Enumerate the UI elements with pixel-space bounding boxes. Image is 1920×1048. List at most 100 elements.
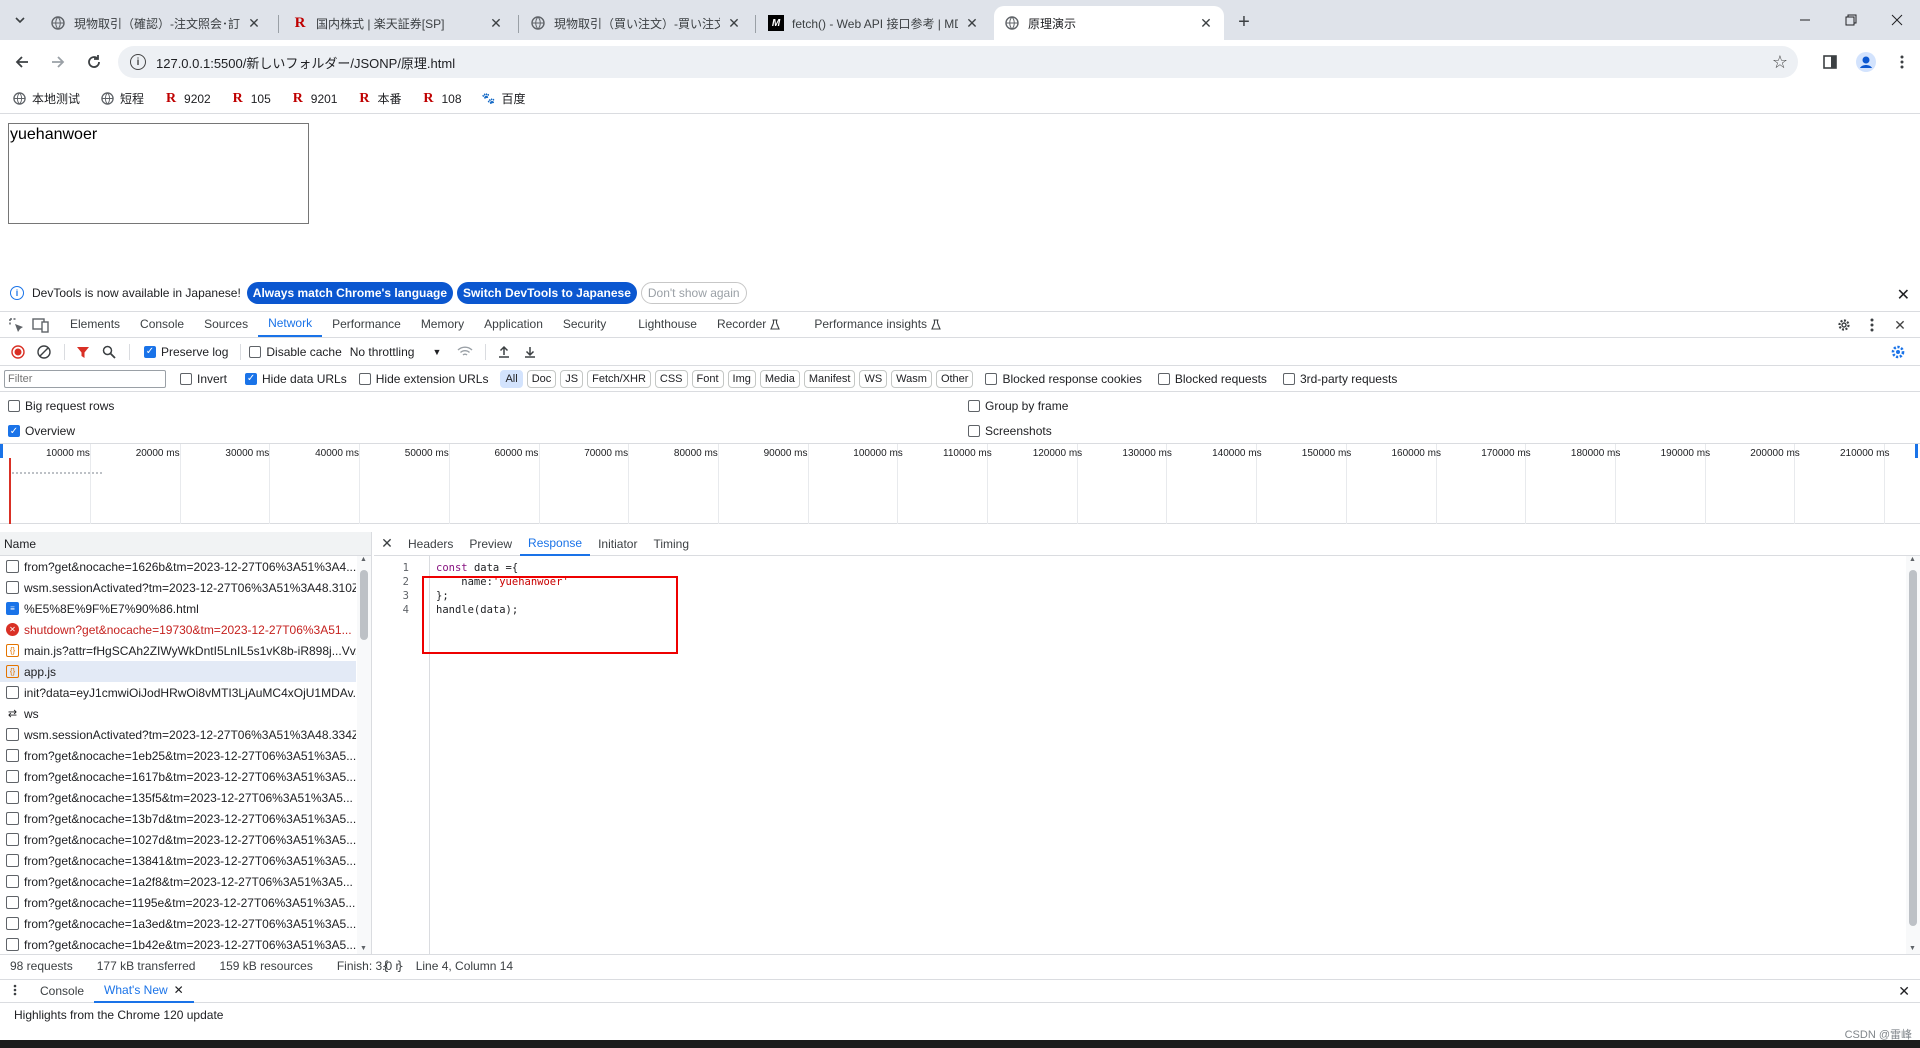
record-stop-icon[interactable] bbox=[6, 341, 30, 363]
request-row[interactable]: init?data=eyJ1cmwiOiJodHRwOi8vMTI3LjAuMC… bbox=[0, 682, 356, 703]
invert-checkbox[interactable]: Invert bbox=[180, 372, 227, 386]
response-scrollbar[interactable]: ▲ ▼ bbox=[1906, 556, 1920, 954]
type-filter-ws[interactable]: WS bbox=[859, 369, 888, 388]
name-column-header[interactable]: Name bbox=[0, 532, 371, 556]
drawer-tab-console[interactable]: Console bbox=[30, 979, 94, 1003]
request-row[interactable]: from?get&nocache=1a3ed&tm=2023-12-27T06%… bbox=[0, 913, 356, 934]
reload-button[interactable] bbox=[80, 48, 108, 76]
type-filter-other[interactable]: Other bbox=[935, 369, 974, 388]
bookmark-item[interactable]: 🐾 百度 bbox=[482, 90, 526, 107]
close-tab-icon[interactable]: ✕ bbox=[246, 15, 262, 31]
big-request-rows-checkbox[interactable]: Big request rows bbox=[8, 399, 114, 413]
bookmark-item[interactable]: 本地测试 bbox=[12, 90, 80, 107]
close-devtools-icon[interactable]: ✕ bbox=[1886, 315, 1914, 335]
screenshots-checkbox[interactable]: Screenshots bbox=[968, 424, 1052, 438]
close-tab-icon[interactable]: ✕ bbox=[726, 15, 742, 31]
type-filter-js[interactable]: JS bbox=[560, 369, 584, 388]
close-tab-icon[interactable]: ✕ bbox=[1198, 15, 1214, 31]
disable-cache-checkbox[interactable]: Disable cache bbox=[249, 345, 342, 359]
timeline-left-handle[interactable] bbox=[0, 444, 3, 458]
dont-show-again-button[interactable]: Don't show again bbox=[640, 281, 747, 304]
blocked-requests-checkbox[interactable]: Blocked requests bbox=[1157, 372, 1267, 386]
address-bar[interactable]: i 127.0.0.1:5500/新しいフォルダー/JSONP/原理.html … bbox=[118, 46, 1798, 78]
request-row[interactable]: from?get&nocache=1617b&tm=2023-12-27T06%… bbox=[0, 766, 356, 787]
detail-tab-timing[interactable]: Timing bbox=[645, 532, 697, 556]
panel-tab-security[interactable]: Security bbox=[553, 311, 616, 337]
request-row[interactable]: from?get&nocache=1027d&tm=2023-12-27T06%… bbox=[0, 829, 356, 850]
close-window-button[interactable] bbox=[1874, 0, 1920, 40]
browser-tab[interactable]: 現物取引（買い注文）-買い注文 ✕ bbox=[520, 6, 752, 40]
devtools-more-icon[interactable] bbox=[1858, 315, 1886, 335]
request-row[interactable]: from?get&nocache=1eb25&tm=2023-12-27T06%… bbox=[0, 745, 356, 766]
forward-button[interactable] bbox=[44, 48, 72, 76]
browser-tab-active[interactable]: 原理演示 ✕ bbox=[994, 6, 1224, 40]
close-tab-icon[interactable]: ✕ bbox=[488, 15, 504, 31]
bookmark-item[interactable]: 短程 bbox=[100, 90, 144, 107]
close-drawer-icon[interactable]: ✕ bbox=[1898, 983, 1910, 1000]
panel-tab-memory[interactable]: Memory bbox=[411, 311, 474, 337]
close-detail-icon[interactable]: ✕ bbox=[374, 535, 400, 552]
third-party-checkbox[interactable]: 3rd-party requests bbox=[1282, 372, 1397, 386]
panel-tab-performance-insights[interactable]: Performance insights bbox=[804, 311, 951, 337]
clear-icon[interactable] bbox=[32, 341, 56, 363]
export-har-icon[interactable] bbox=[518, 341, 542, 363]
request-row[interactable]: from?get&nocache=135f5&tm=2023-12-27T06%… bbox=[0, 787, 356, 808]
bookmark-item[interactable]: R 108 bbox=[421, 91, 461, 106]
network-conditions-icon[interactable] bbox=[453, 341, 477, 363]
response-viewer[interactable]: 1234 const data ={ name:'yuehanwoer'}; ha… bbox=[374, 556, 1904, 954]
request-row[interactable]: from?get&nocache=13b7d&tm=2023-12-27T06%… bbox=[0, 808, 356, 829]
scrollbar-thumb[interactable] bbox=[360, 570, 368, 640]
browser-tab[interactable]: 現物取引（確認）-注文照会･訂 ✕ bbox=[40, 6, 272, 40]
type-filter-media[interactable]: Media bbox=[759, 369, 800, 388]
close-drawer-tab-icon[interactable]: ✕ bbox=[174, 983, 184, 997]
tab-search-button[interactable] bbox=[8, 8, 32, 32]
panel-tab-lighthouse[interactable]: Lighthouse bbox=[628, 311, 707, 337]
type-filter-all[interactable]: All bbox=[500, 369, 523, 388]
browser-tab[interactable]: M fetch() - Web API 接口参考 | MDN ✕ bbox=[758, 6, 990, 40]
new-tab-button[interactable]: + bbox=[1230, 10, 1258, 34]
side-panel-button[interactable] bbox=[1812, 48, 1848, 76]
request-row[interactable]: wsm.sessionActivated?tm=2023-12-27T06%3A… bbox=[0, 724, 356, 745]
settings-gear-icon[interactable] bbox=[1830, 315, 1858, 335]
pretty-print-icon[interactable]: { } bbox=[382, 959, 404, 973]
search-icon[interactable] bbox=[97, 341, 121, 363]
panel-tab-network[interactable]: Network bbox=[258, 311, 323, 337]
filter-funnel-icon[interactable] bbox=[71, 341, 95, 363]
throttling-select[interactable]: No throttling ▼ bbox=[350, 345, 442, 359]
request-row[interactable]: ⇄ ws bbox=[0, 703, 356, 724]
type-filter-img[interactable]: Img bbox=[727, 369, 756, 388]
hide-data-urls-checkbox[interactable]: ✓ Hide data URLs bbox=[245, 372, 347, 386]
match-language-button[interactable]: Always match Chrome's language bbox=[246, 281, 454, 304]
bookmark-star-icon[interactable]: ☆ bbox=[1772, 52, 1788, 73]
detail-tab-preview[interactable]: Preview bbox=[461, 532, 520, 556]
type-filter-css[interactable]: CSS bbox=[654, 369, 688, 388]
close-banner-icon[interactable]: ✕ bbox=[1897, 285, 1910, 305]
drawer-tab-whats-new[interactable]: What's New ✕ bbox=[94, 979, 194, 1003]
group-by-frame-checkbox[interactable]: Group by frame bbox=[968, 399, 1068, 413]
scroll-up-icon[interactable]: ▲ bbox=[1909, 556, 1916, 563]
panel-tab-performance[interactable]: Performance bbox=[322, 311, 411, 337]
restore-button[interactable] bbox=[1828, 0, 1874, 40]
detail-tab-initiator[interactable]: Initiator bbox=[590, 532, 645, 556]
inspect-element-icon[interactable] bbox=[6, 315, 28, 337]
panel-tab-elements[interactable]: Elements bbox=[60, 311, 130, 337]
filter-input[interactable] bbox=[4, 369, 166, 388]
import-har-icon[interactable] bbox=[492, 341, 516, 363]
detail-tab-headers[interactable]: Headers bbox=[400, 532, 461, 556]
request-row[interactable]: {} app.js bbox=[0, 661, 356, 682]
request-row[interactable]: from?get&nocache=13841&tm=2023-12-27T06%… bbox=[0, 850, 356, 871]
site-info-icon[interactable]: i bbox=[130, 54, 146, 70]
request-row[interactable]: from?get&nocache=1b42e&tm=2023-12-27T06%… bbox=[0, 934, 356, 955]
timeline-overview[interactable]: 10000 ms 20000 ms 30000 ms 40000 ms 50000 ms… bbox=[0, 444, 1920, 524]
back-button[interactable] bbox=[8, 48, 36, 76]
blocked-cookies-checkbox[interactable]: Blocked response cookies bbox=[985, 372, 1142, 386]
drawer-menu-icon[interactable] bbox=[0, 984, 30, 999]
browser-tab[interactable]: R 国内株式 | 楽天証券[SP] ✕ bbox=[282, 6, 514, 40]
scroll-up-icon[interactable]: ▲ bbox=[360, 556, 367, 563]
preserve-log-checkbox[interactable]: ✓ Preserve log bbox=[144, 345, 228, 359]
overview-checkbox[interactable]: ✓ Overview bbox=[8, 424, 75, 438]
type-filter-doc[interactable]: Doc bbox=[526, 369, 557, 388]
bookmark-item[interactable]: R 9201 bbox=[291, 91, 338, 106]
request-row[interactable]: {} main.js?attr=fHgSCAh2ZIWyWkDntI5LnIL5s… bbox=[0, 640, 356, 661]
bookmark-item[interactable]: R 本番 bbox=[357, 90, 401, 107]
